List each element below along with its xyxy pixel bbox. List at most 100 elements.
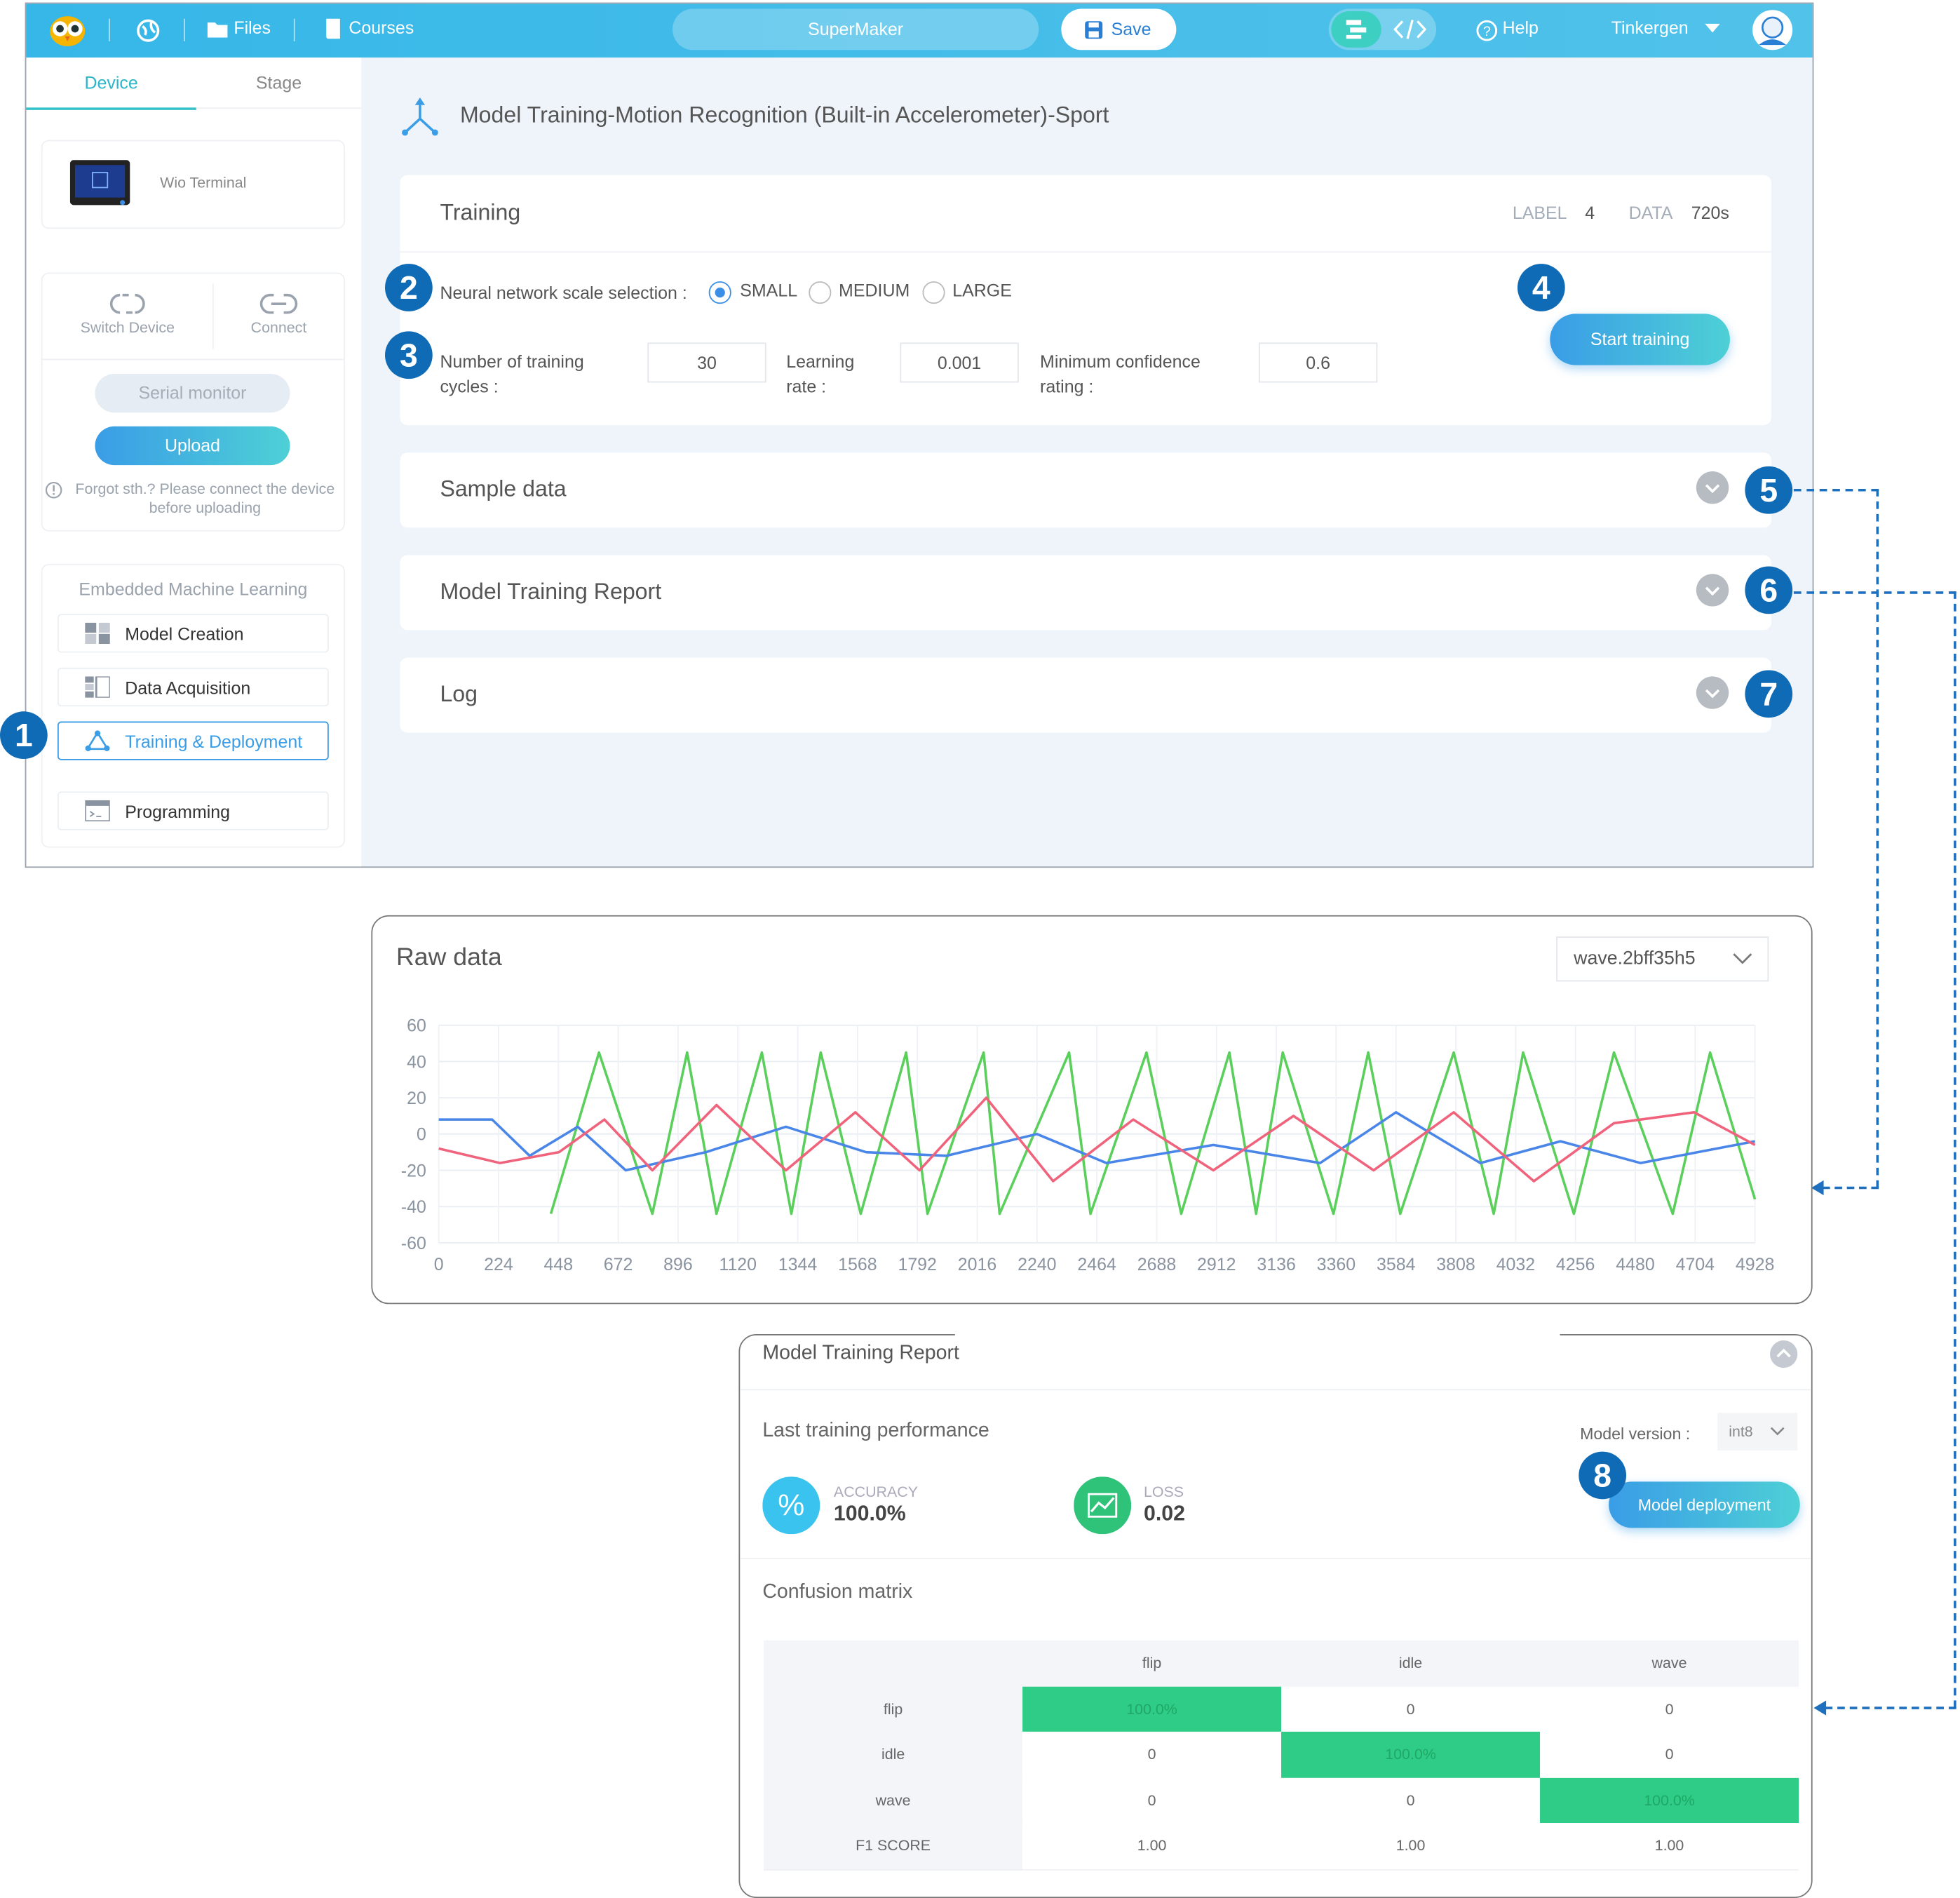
save-icon [1085, 21, 1103, 39]
blocks-icon [1346, 20, 1367, 39]
x-tick-label: 4480 [1616, 1255, 1654, 1274]
chevron-up-icon[interactable] [1769, 1339, 1799, 1369]
chevron-down-icon[interactable] [1696, 574, 1729, 607]
model-version-label: Model version : [1580, 1424, 1691, 1443]
help-link[interactable]: Help [1503, 18, 1539, 38]
code-icon[interactable] [1393, 19, 1426, 40]
link-icon [259, 293, 298, 314]
files-menu[interactable]: Files [234, 18, 271, 38]
radio-medium[interactable] [809, 281, 832, 304]
tab-stage[interactable]: Stage [196, 58, 362, 109]
model-version-value: int8 [1729, 1422, 1753, 1441]
radio-large[interactable] [922, 281, 945, 304]
matrix-cell: 0 [1022, 1731, 1282, 1779]
matrix-cell: 1.00 [1281, 1823, 1541, 1871]
raw-data-chart: 60 40 20 0 -20 -40 -60 0 224 448 672 896 1120 1344 156… [401, 1016, 1775, 1274]
connector-line [1825, 1707, 1956, 1709]
report-title: Model Training Report [440, 579, 662, 604]
courses-menu[interactable]: Courses [349, 18, 414, 38]
nav-training-deployment[interactable]: Training & Deployment [57, 721, 329, 760]
chart-line-icon [1074, 1476, 1132, 1535]
learning-rate-input[interactable]: 0.001 [900, 342, 1019, 383]
nav-programming[interactable]: Programming [57, 791, 329, 830]
folder-icon [207, 22, 228, 38]
radio-small[interactable] [708, 281, 731, 304]
sample-data-panel[interactable]: Sample data [400, 452, 1771, 528]
connector-line [1793, 591, 1956, 594]
y-tick-label: 20 [407, 1089, 426, 1108]
model-version-select[interactable]: int8 [1717, 1413, 1798, 1451]
matrix-header-cell: idle [1281, 1640, 1541, 1688]
nav-model-creation[interactable]: Model Creation [57, 614, 329, 653]
y-tick-label: 60 [407, 1016, 426, 1036]
tab-stage-label: Stage [255, 72, 302, 93]
user-menu[interactable]: Tinkergen [1611, 18, 1689, 38]
matrix-row-label: idle [764, 1731, 1023, 1779]
serial-monitor-label: Serial monitor [138, 382, 247, 403]
view-toggle[interactable] [1328, 8, 1437, 51]
confusion-matrix-table: flip idle wave flip 100.0% 0 0 idle 0 100.0% 0 wave… [764, 1640, 1799, 1871]
matrix-cell: 0 [1022, 1777, 1282, 1824]
upload-label: Upload [164, 435, 221, 455]
confidence-label: Minimum confidence rating : [1040, 351, 1201, 397]
chevron-down-icon[interactable] [1696, 471, 1729, 504]
step-badge: 4 [1517, 264, 1565, 311]
step-badge: 5 [1745, 466, 1793, 514]
device-controls-card: Switch Device Connect Serial monitor Upl… [41, 272, 345, 532]
page-title: Model Training-Motion Recognition (Built… [459, 102, 1109, 128]
confidence-input[interactable]: 0.6 [1258, 342, 1378, 383]
x-tick-label: 1120 [719, 1255, 757, 1274]
project-name-field[interactable]: SuperMaker [672, 8, 1039, 51]
start-training-label: Start training [1590, 328, 1690, 349]
matrix-row-label: flip [764, 1686, 1023, 1733]
cycles-input[interactable]: 30 [647, 342, 766, 383]
step-badge: 7 [1745, 670, 1793, 718]
blocks-mode-button[interactable] [1331, 11, 1381, 48]
save-button[interactable]: Save [1061, 8, 1177, 51]
wio-terminal-image [69, 160, 130, 206]
avatar[interactable] [1751, 8, 1794, 51]
log-panel[interactable]: Log [400, 657, 1771, 733]
raw-data-card: Raw data wave.2bff35h5 60 40 20 0 -20 -40 -60 0… [371, 915, 1813, 1305]
upload-note: Forgot sth.? Please connect the device b… [75, 480, 335, 517]
x-tick-label: 2240 [1018, 1255, 1056, 1274]
x-tick-label: 4256 [1556, 1255, 1595, 1274]
x-tick-label: 2016 [958, 1255, 996, 1274]
matrix-header-cell: wave [1540, 1640, 1799, 1688]
device-name: Wio Terminal [160, 173, 247, 191]
report-panel[interactable]: Model Training Report [400, 555, 1771, 631]
start-training-button[interactable]: Start training [1550, 314, 1730, 365]
tab-device-label: Device [84, 72, 138, 93]
nav-label: Data Acquisition [125, 678, 251, 698]
matrix-cell: 0 [1281, 1777, 1541, 1824]
switch-device-button[interactable]: Switch Device [43, 274, 212, 358]
y-tick-label: -20 [401, 1161, 426, 1180]
tab-device[interactable]: Device [26, 58, 196, 110]
connect-label: Connect [250, 318, 307, 337]
device-card[interactable]: Wio Terminal [41, 140, 345, 229]
connector-line [1793, 488, 1879, 492]
matrix-cell: 100.0% [1281, 1731, 1541, 1779]
upload-button[interactable]: Upload [95, 426, 290, 466]
chevron-down-icon[interactable] [1696, 676, 1729, 709]
connector-line [1822, 1186, 1879, 1190]
label-key: LABEL [1512, 202, 1567, 223]
report-card: Model Training Report Last training perf… [738, 1331, 1813, 1898]
connect-button[interactable]: Connect [214, 274, 344, 358]
nav-label: Training & Deployment [125, 731, 303, 752]
arrow-left-icon [1811, 1180, 1824, 1196]
serial-monitor-button[interactable]: Serial monitor [95, 373, 290, 413]
x-tick-label: 3584 [1377, 1255, 1416, 1274]
chevron-down-icon [1770, 1427, 1785, 1436]
x-tick-label: 1792 [898, 1255, 936, 1274]
x-tick-label: 224 [484, 1255, 513, 1274]
top-bar: Files Courses SuperMaker Save ? Help Tin… [26, 4, 1813, 58]
matrix-cell: 0 [1540, 1686, 1799, 1733]
accuracy-label: ACCURACY [833, 1483, 918, 1501]
loss-label: LOSS [1143, 1483, 1184, 1501]
globe-icon[interactable] [136, 19, 160, 43]
owl-logo-icon [50, 16, 86, 46]
model-deployment-button[interactable]: Model deployment [1609, 1481, 1800, 1528]
x-tick-label: 2912 [1197, 1255, 1236, 1274]
nav-data-acquisition[interactable]: Data Acquisition [57, 667, 329, 707]
